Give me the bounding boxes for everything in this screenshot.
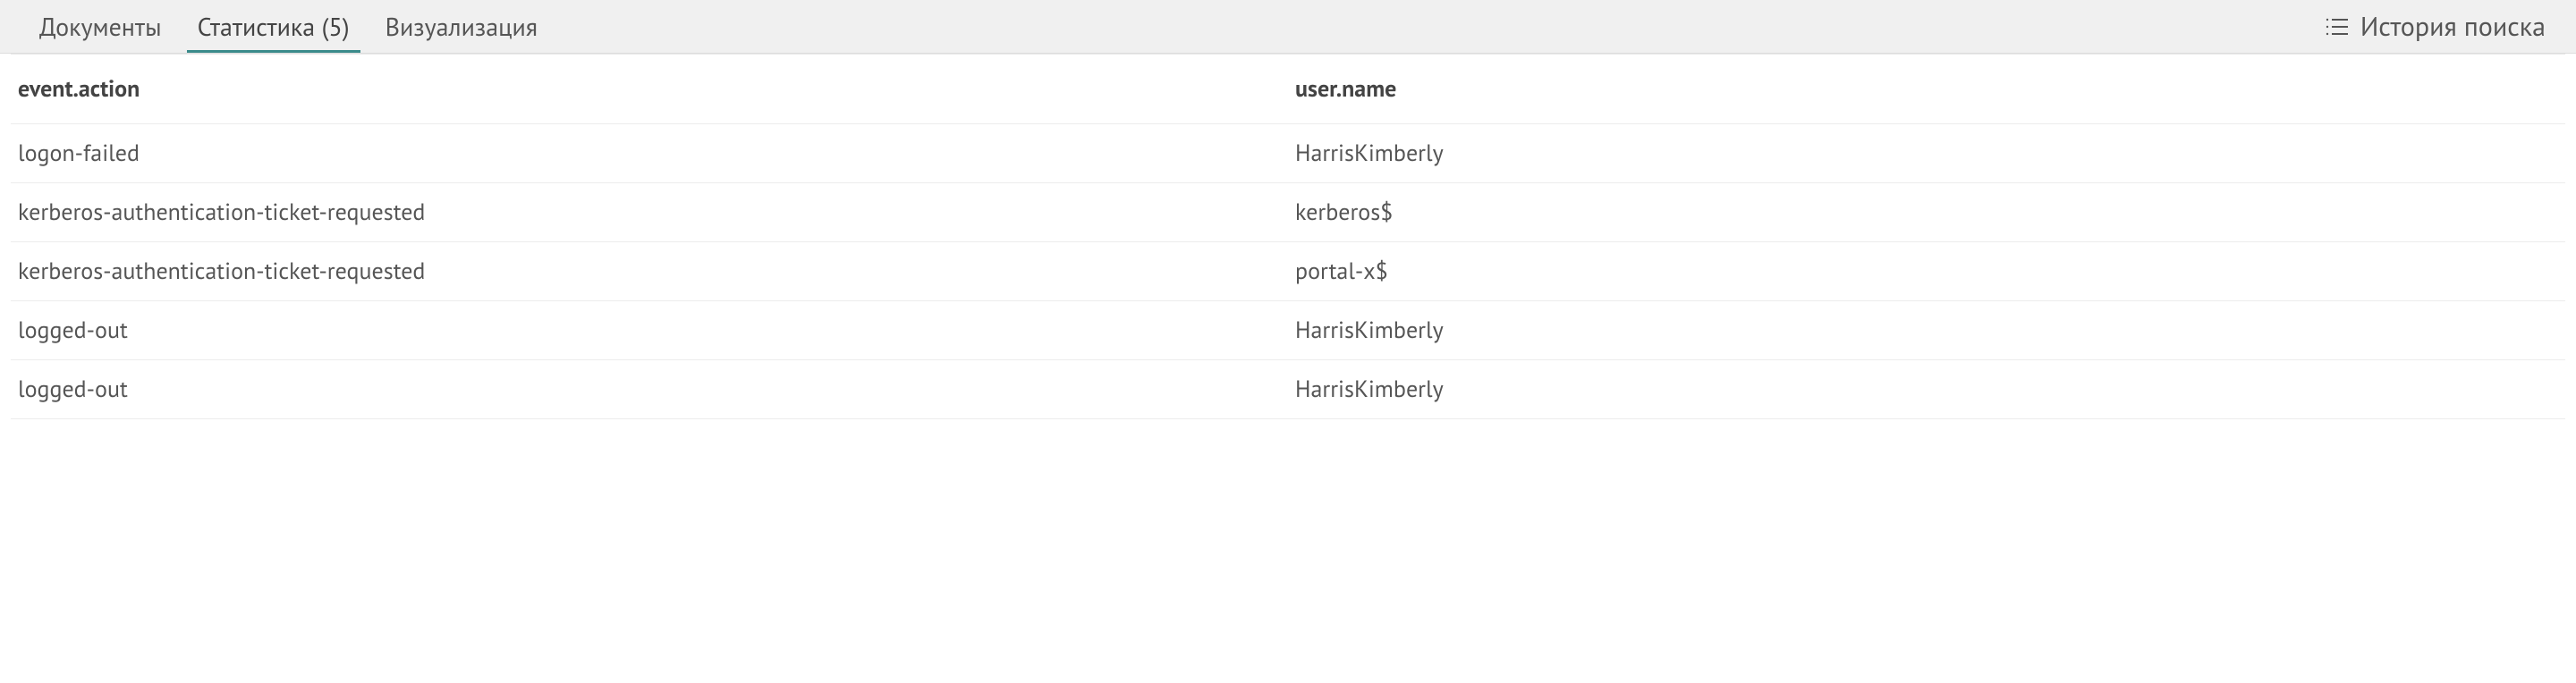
- tab-statistics-label: Статистика (5): [198, 10, 350, 43]
- cell-event-action: logged-out: [11, 360, 1288, 419]
- cell-event-action: kerberos-authentication-ticket-requested: [11, 242, 1288, 301]
- tabs-left: Документы Статистика (5) Визуализация: [21, 0, 555, 53]
- tabs-bar: Документы Статистика (5) Визуализация Ис…: [0, 0, 2576, 54]
- tab-visualization-label: Визуализация: [386, 10, 538, 43]
- cell-user-name: HarrisKimberly: [1288, 301, 2565, 360]
- table-header-row: event.action user.name: [11, 55, 2565, 124]
- tab-documents[interactable]: Документы: [21, 0, 180, 53]
- table-row[interactable]: logged-out HarrisKimberly: [11, 360, 2565, 419]
- tab-statistics[interactable]: Статистика (5): [180, 0, 368, 53]
- tab-documents-label: Документы: [39, 10, 162, 43]
- table-row[interactable]: kerberos-authentication-ticket-requested…: [11, 183, 2565, 242]
- tab-visualization[interactable]: Визуализация: [368, 0, 555, 53]
- list-icon: [2325, 17, 2348, 37]
- cell-event-action: logon-failed: [11, 124, 1288, 183]
- table-row[interactable]: logon-failed HarrisKimberly: [11, 124, 2565, 183]
- cell-event-action: kerberos-authentication-ticket-requested: [11, 183, 1288, 242]
- search-history-link[interactable]: История поиска: [2325, 9, 2555, 44]
- results-table-wrap: event.action user.name logon-failed Harr…: [11, 54, 2565, 419]
- table-row[interactable]: kerberos-authentication-ticket-requested…: [11, 242, 2565, 301]
- cell-user-name: HarrisKimberly: [1288, 124, 2565, 183]
- cell-user-name: HarrisKimberly: [1288, 360, 2565, 419]
- cell-user-name: portal-x$: [1288, 242, 2565, 301]
- results-table: event.action user.name logon-failed Harr…: [11, 55, 2565, 419]
- cell-user-name: kerberos$: [1288, 183, 2565, 242]
- search-history-label: История поиска: [2360, 9, 2546, 44]
- table-row[interactable]: logged-out HarrisKimberly: [11, 301, 2565, 360]
- header-event-action[interactable]: event.action: [11, 55, 1288, 124]
- header-user-name[interactable]: user.name: [1288, 55, 2565, 124]
- cell-event-action: logged-out: [11, 301, 1288, 360]
